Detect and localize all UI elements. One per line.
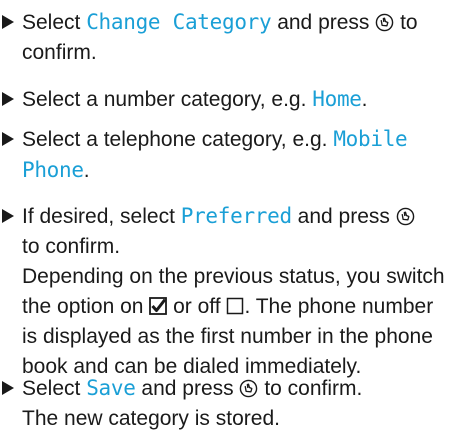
triangle-bullet-icon bbox=[2, 209, 14, 223]
confirm-button-icon bbox=[375, 13, 394, 32]
step-telephone-category: Select a telephone category, e.g. Mobile… bbox=[0, 124, 452, 186]
step-preferred: If desired, select Preferred and press t… bbox=[0, 201, 452, 382]
step-result: The new category is stored. bbox=[22, 407, 280, 430]
checkbox-checked-icon bbox=[149, 297, 168, 315]
step-text: Select Save and press to confirm. The ne… bbox=[22, 373, 452, 434]
ui-term-preferred: Preferred bbox=[180, 204, 292, 228]
step-text-part: Select bbox=[22, 377, 87, 400]
confirm-button-icon bbox=[240, 379, 258, 398]
step-text-part: to confirm. bbox=[22, 235, 121, 258]
step-text: If desired, select Preferred and press t… bbox=[22, 201, 452, 382]
ui-term-home: Home bbox=[312, 87, 362, 111]
step-text: Select a number category, e.g. Home. bbox=[22, 84, 452, 115]
step-text: Select a telephone category, e.g. Mobile… bbox=[22, 124, 452, 186]
manual-page: Select Change Category and press to conf… bbox=[0, 0, 457, 443]
step-text-part: and press bbox=[135, 377, 240, 400]
step-text-part: . bbox=[361, 88, 368, 111]
step-text-part: and press bbox=[291, 205, 396, 228]
step-text-part: to confirm. bbox=[258, 377, 363, 400]
step-number-category: Select a number category, e.g. Home. bbox=[0, 84, 452, 115]
ui-term-save: Save bbox=[86, 376, 136, 400]
step-change-category: Select Change Category and press to conf… bbox=[0, 7, 452, 68]
triangle-bullet-icon bbox=[2, 92, 14, 106]
step-text-part: Select bbox=[22, 11, 87, 34]
step-text-part: . bbox=[83, 159, 90, 182]
triangle-bullet-icon bbox=[2, 132, 14, 146]
triangle-bullet-icon bbox=[2, 381, 14, 395]
step-note-part: or off bbox=[167, 295, 227, 318]
checkbox-empty-icon bbox=[227, 297, 244, 315]
step-text-part: and press bbox=[271, 11, 376, 34]
step-text-part: Select a number category, e.g. bbox=[22, 88, 313, 111]
step-text-part: If desired, select bbox=[22, 205, 181, 228]
step-save: Select Save and press to confirm. The ne… bbox=[0, 373, 452, 434]
step-text: Select Change Category and press to conf… bbox=[22, 7, 452, 68]
triangle-bullet-icon bbox=[2, 15, 14, 29]
confirm-button-icon bbox=[396, 207, 415, 226]
step-text-part: Select a telephone category, e.g. bbox=[22, 128, 334, 151]
ui-term-change-category: Change Category bbox=[86, 10, 272, 34]
